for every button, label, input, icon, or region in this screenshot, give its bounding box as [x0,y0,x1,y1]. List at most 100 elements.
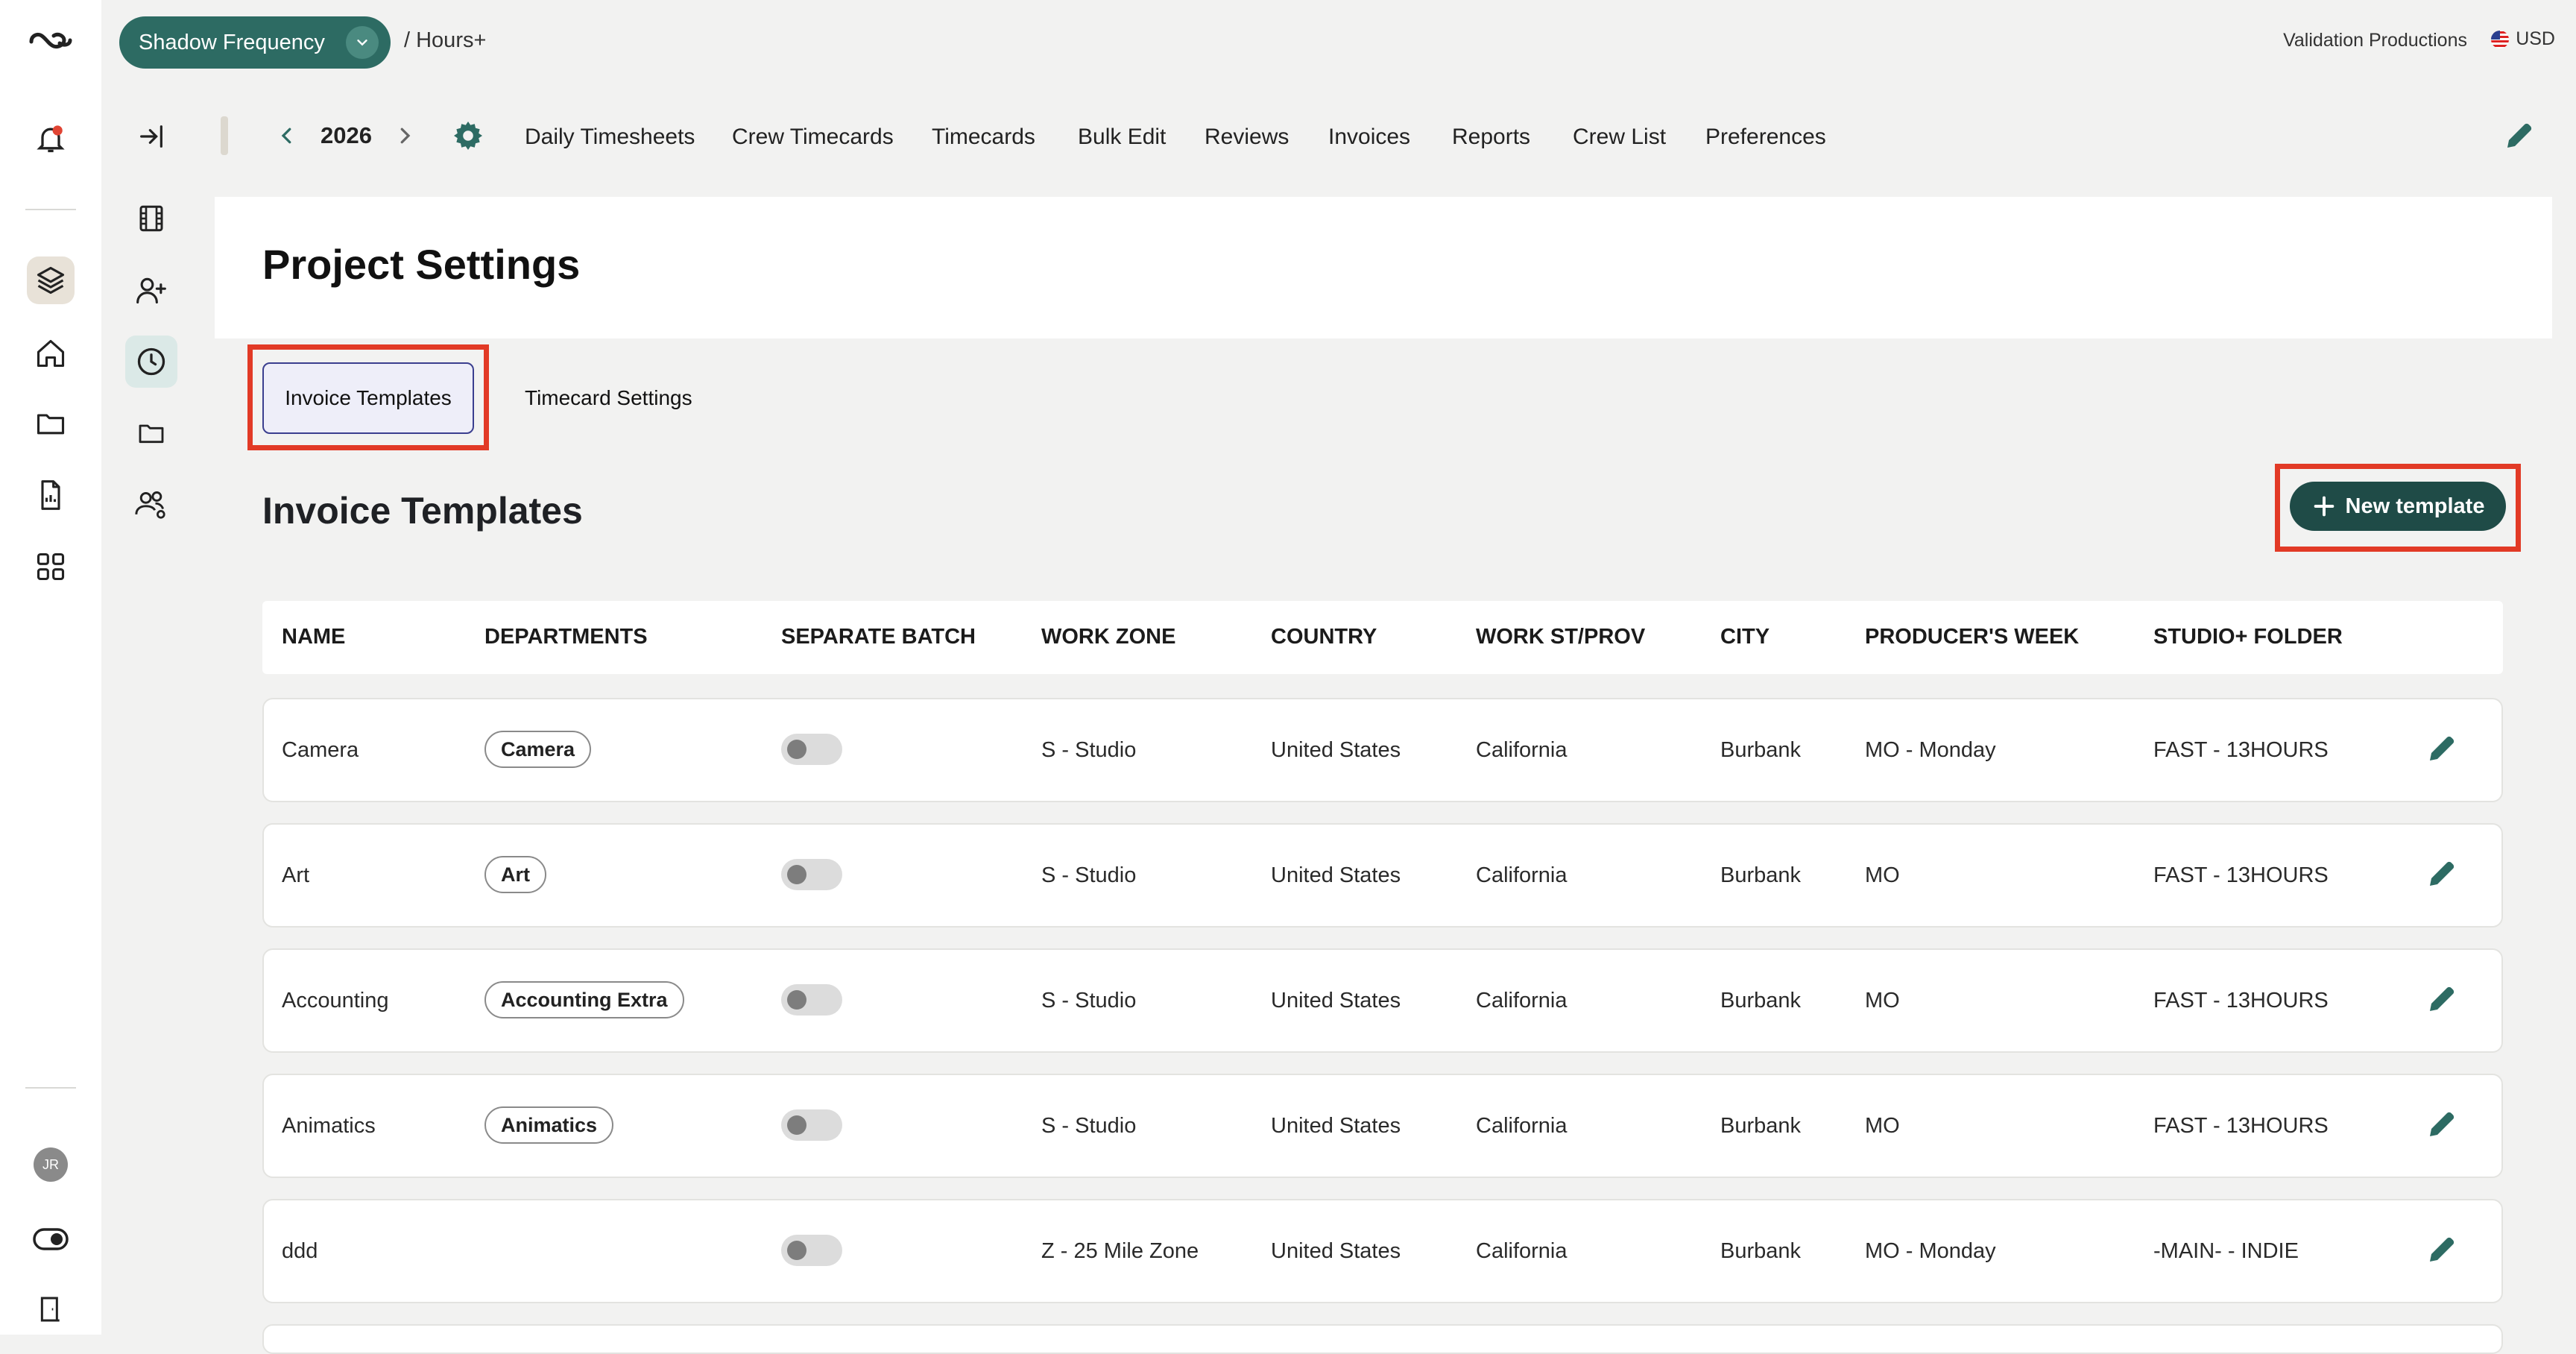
col-separate-batch[interactable]: SEPARATE BATCH [781,625,976,649]
department-chip: Animatics [484,1106,614,1144]
nav-preferences[interactable]: Preferences [1705,125,1826,150]
collapse-sidebar-icon[interactable] [125,110,177,163]
tab-timecard-settings[interactable]: Timecard Settings [525,386,692,410]
nav-timecards[interactable]: Timecards [932,125,1035,150]
plus-icon [2311,494,2337,519]
breadcrumb[interactable]: / Hours+ [404,28,486,53]
currency-code: USD [2516,28,2555,49]
settings-gear-icon[interactable] [450,118,486,154]
row-name: ddd [282,1239,318,1263]
new-template-label: New template [2345,494,2485,518]
film-icon[interactable] [125,192,177,245]
document-report-icon[interactable] [27,471,75,519]
edit-pencil-icon[interactable] [2424,1232,2460,1268]
edit-pencil-icon[interactable] [2424,856,2460,892]
rail-divider [25,1087,76,1089]
separate-batch-toggle[interactable] [781,1109,842,1141]
edit-pencil-icon[interactable] [2424,981,2460,1017]
nav-reviews[interactable]: Reviews [1205,125,1289,150]
folder-icon[interactable] [125,407,177,459]
edit-pencil-icon[interactable] [2501,118,2537,154]
separate-batch-toggle[interactable] [781,734,842,765]
row-state: California [1476,1114,1568,1138]
row-city: Burbank [1720,863,1802,887]
row-work-zone: S - Studio [1041,989,1137,1013]
separate-batch-toggle[interactable] [781,859,842,890]
row-city: Burbank [1720,989,1802,1013]
organization-name[interactable]: Validation Productions [2283,30,2467,51]
col-work-zone[interactable]: WORK ZONE [1041,625,1175,649]
home-icon[interactable] [27,330,75,377]
app-logo[interactable] [27,18,75,66]
nav-crew-timecards[interactable]: Crew Timecards [732,125,894,150]
col-work-state[interactable]: WORK ST/PROV [1476,625,1645,649]
department-chip: Art [484,856,546,893]
avatar-initials: JR [34,1147,68,1182]
row-folder: -MAIN- - INDIE [2153,1239,2299,1263]
row-folder: FAST - 13HOURS [2153,989,2329,1013]
folder-icon[interactable] [27,400,75,447]
rail-divider [25,209,76,210]
nav-reports[interactable]: Reports [1452,125,1530,150]
row-state: California [1476,863,1568,887]
col-name[interactable]: NAME [282,625,345,649]
separate-batch-toggle[interactable] [781,984,842,1016]
row-city: Burbank [1720,738,1802,762]
section-title: Invoice Templates [262,490,583,532]
row-folder: FAST - 13HOURS [2153,863,2329,887]
col-country[interactable]: COUNTRY [1271,625,1377,649]
left-rail: JR [0,0,101,1335]
separate-batch-toggle[interactable] [781,1235,842,1266]
apps-grid-icon[interactable] [27,543,75,591]
row-name: Animatics [282,1114,376,1138]
row-country: United States [1271,1114,1401,1138]
tab-invoice-templates[interactable]: Invoice Templates [262,362,474,434]
year-next-icon[interactable] [394,122,416,149]
nav-bulk-edit[interactable]: Bulk Edit [1078,125,1166,150]
clock-icon[interactable] [125,336,177,388]
new-template-button[interactable]: New template [2290,482,2506,531]
row-state: California [1476,1239,1568,1263]
project-selector[interactable]: Shadow Frequency [119,16,391,69]
year-label: 2026 [321,122,372,148]
row-producers-week: MO - Monday [1865,1239,1996,1263]
user-avatar[interactable]: JR [27,1141,75,1188]
row-state: California [1476,989,1568,1013]
row-name: Art [282,863,310,887]
nav-daily-timesheets[interactable]: Daily Timesheets [525,125,695,150]
theme-toggle-icon[interactable] [27,1215,75,1263]
row-producers-week: MO [1865,1114,1900,1138]
row-work-zone: Z - 25 Mile Zone [1041,1239,1199,1263]
notifications-bell-icon[interactable] [27,115,75,163]
row-folder: FAST - 13HOURS [2153,738,2329,762]
team-settings-icon[interactable] [125,479,177,531]
row-work-zone: S - Studio [1041,863,1137,887]
edit-pencil-icon[interactable] [2424,731,2460,766]
project-name: Shadow Frequency [139,30,325,54]
row-city: Burbank [1720,1239,1802,1263]
table-row[interactable] [262,1324,2503,1354]
col-studio-folder[interactable]: STUDIO+ FOLDER [2153,625,2343,649]
col-producers-week[interactable]: PRODUCER'S WEEK [1865,625,2079,649]
row-producers-week: MO - Monday [1865,738,1996,762]
col-departments[interactable]: DEPARTMENTS [484,625,648,649]
year-prev-icon[interactable] [276,122,298,149]
department-chip: Camera [484,731,592,768]
currency-selector[interactable]: USD [2490,28,2555,50]
department-chip: Accounting Extra [484,981,684,1018]
row-country: United States [1271,989,1401,1013]
nav-invoices[interactable]: Invoices [1328,125,1410,150]
chevron-down-icon[interactable] [346,26,379,59]
layers-icon[interactable] [27,256,75,304]
row-country: United States [1271,738,1401,762]
add-user-icon[interactable] [125,264,177,316]
nav-divider [221,116,228,155]
row-producers-week: MO [1865,863,1900,887]
logout-door-icon[interactable] [27,1285,75,1333]
col-city[interactable]: CITY [1720,625,1770,649]
edit-pencil-icon[interactable] [2424,1106,2460,1142]
row-name: Camera [282,738,359,762]
row-city: Burbank [1720,1114,1802,1138]
nav-crew-list[interactable]: Crew List [1573,125,1666,150]
row-country: United States [1271,863,1401,887]
